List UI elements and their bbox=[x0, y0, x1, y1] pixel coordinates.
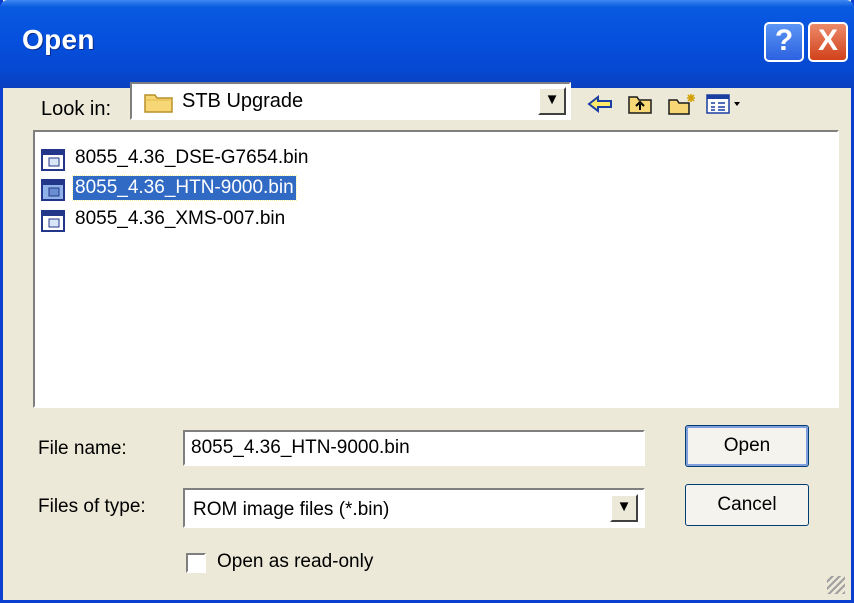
up-folder-button[interactable] bbox=[625, 90, 655, 118]
close-button[interactable]: X bbox=[808, 22, 848, 62]
files-of-type-label: Files of type: bbox=[38, 496, 146, 517]
up-folder-icon bbox=[628, 96, 652, 114]
chevron-down-icon: ▼ bbox=[544, 91, 560, 108]
file-name-label: File name: bbox=[38, 438, 127, 459]
view-menu-icon bbox=[706, 94, 740, 114]
chevron-down-icon: ▼ bbox=[616, 498, 632, 515]
file-name-input[interactable] bbox=[183, 430, 645, 466]
help-icon: ? bbox=[774, 24, 794, 57]
files-of-type-dropdown[interactable]: ROM image files (*.bin) ▼ bbox=[183, 488, 645, 528]
back-button[interactable] bbox=[585, 90, 615, 118]
file-icon bbox=[41, 149, 65, 171]
read-only-checkbox[interactable] bbox=[186, 553, 206, 573]
open-button[interactable]: Open bbox=[685, 425, 809, 467]
file-name-text: 8055_4.36_DSE-G7654.bin bbox=[75, 147, 309, 168]
new-folder-button[interactable] bbox=[667, 90, 697, 118]
file-icon bbox=[41, 210, 65, 232]
look-in-dropdown-button[interactable]: ▼ bbox=[538, 87, 566, 115]
title-bar[interactable]: Open ? X bbox=[0, 0, 854, 88]
file-icon bbox=[41, 179, 65, 201]
file-name-text: 8055_4.36_XMS-007.bin bbox=[75, 208, 286, 229]
back-arrow-icon bbox=[587, 94, 612, 114]
help-button[interactable]: ? bbox=[764, 22, 804, 62]
folder-icon bbox=[144, 94, 173, 113]
read-only-label[interactable]: Open as read-only bbox=[217, 551, 373, 573]
look-in-value: STB Upgrade bbox=[182, 90, 304, 112]
files-of-type-dropdown-button[interactable]: ▼ bbox=[610, 494, 638, 522]
open-dialog: Open ? X Look in: STB Upgrade ▼ 8055_4.3… bbox=[0, 0, 854, 603]
cancel-button[interactable]: Cancel bbox=[685, 484, 809, 526]
file-list[interactable]: 8055_4.36_DSE-G7654.bin 8055_4.36_HTN-90… bbox=[33, 130, 839, 408]
files-of-type-value: ROM image files (*.bin) bbox=[193, 499, 390, 520]
look-in-label: Look in: bbox=[41, 98, 112, 120]
dialog-title: Open bbox=[22, 24, 95, 55]
file-name-text: 8055_4.36_HTN-9000.bin bbox=[72, 175, 297, 201]
close-icon: X bbox=[817, 24, 838, 57]
view-menu-button[interactable] bbox=[703, 90, 747, 118]
look-in-dropdown[interactable]: STB Upgrade ▼ bbox=[130, 82, 571, 120]
resize-grip[interactable] bbox=[827, 576, 845, 594]
new-folder-icon bbox=[668, 94, 695, 115]
